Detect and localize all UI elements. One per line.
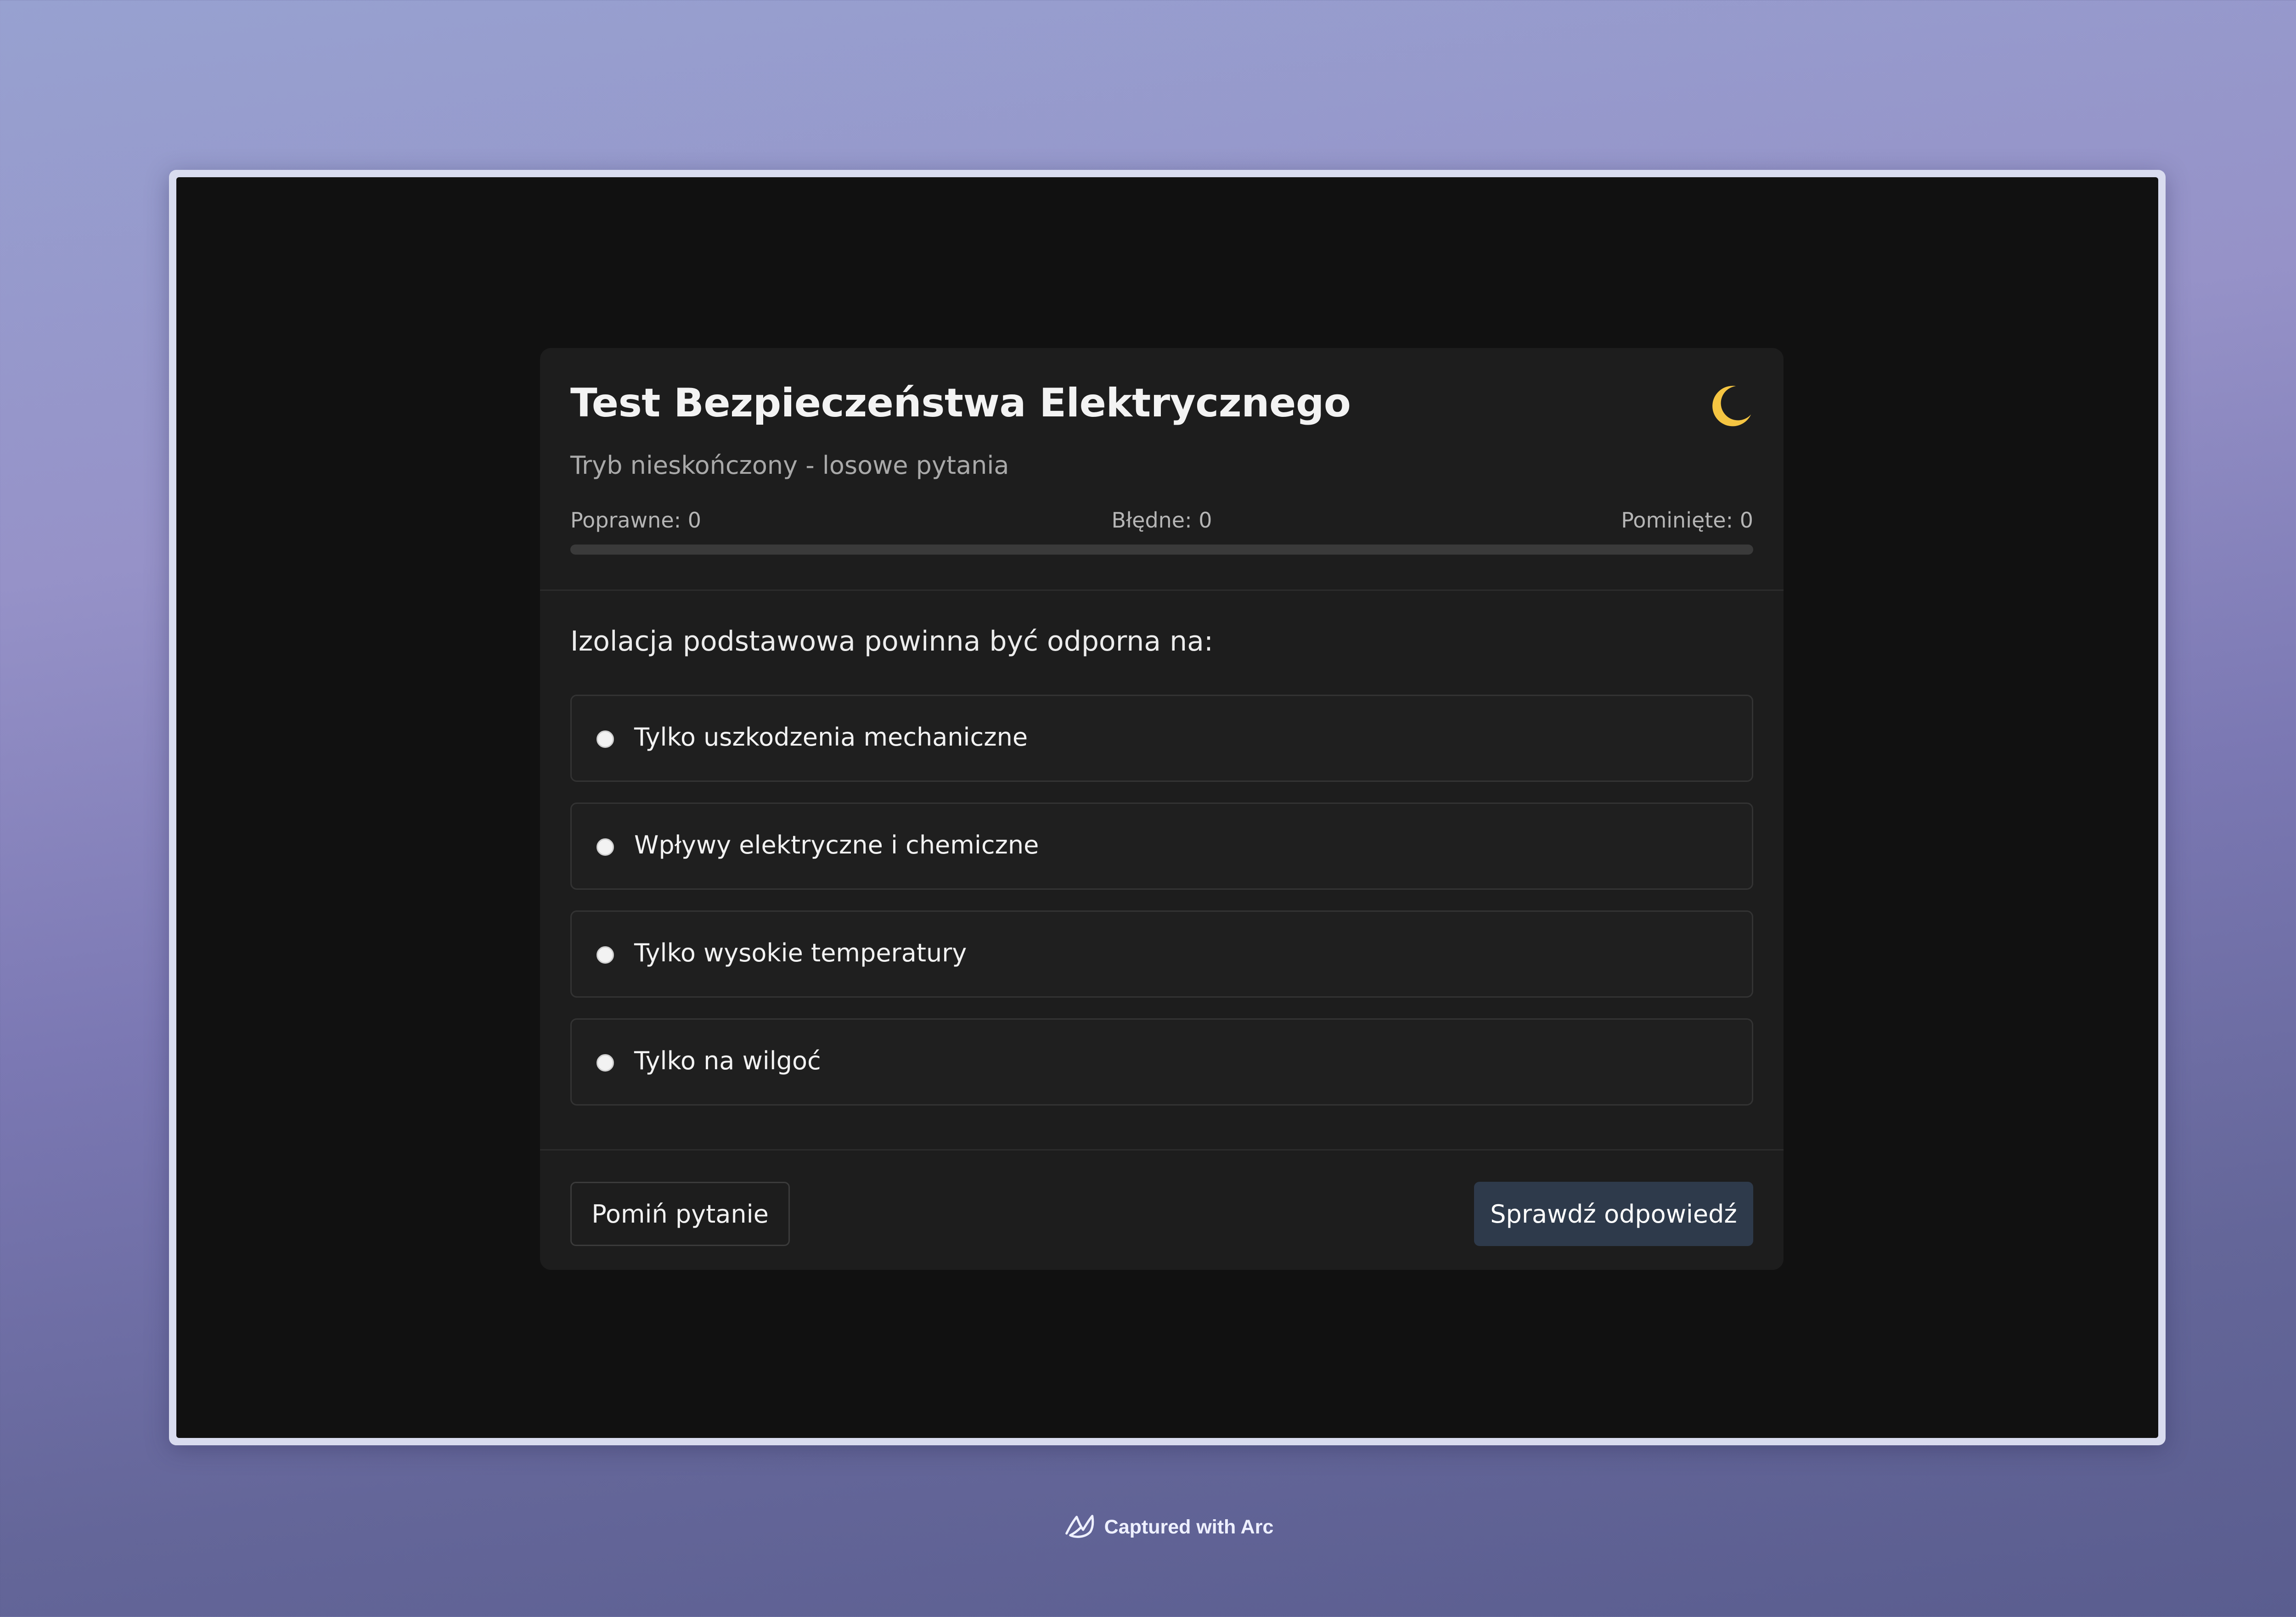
answer-option[interactable]: Tylko na wilgoć: [570, 1018, 1753, 1106]
answer-option-label: Tylko uszkodzenia mechaniczne: [634, 723, 1028, 752]
badge-text: Captured with Arc: [1104, 1516, 1274, 1538]
arc-logo-icon: [1065, 1515, 1094, 1538]
theme-toggle-button[interactable]: [1705, 381, 1755, 432]
skipped-count: Pominięte: 0: [1621, 508, 1753, 533]
quiz-header: Test Bezpieczeństwa Elektrycznego Tryb n…: [540, 348, 1784, 591]
check-answer-button[interactable]: Sprawdź odpowiedź: [1474, 1182, 1753, 1246]
answer-options: Tylko uszkodzenia mechaniczne Wpływy ele…: [570, 695, 1753, 1126]
moon-icon: [1706, 384, 1751, 427]
radio-button[interactable]: [597, 1054, 614, 1072]
quiz-subtitle: Tryb nieskończony - losowe pytania: [570, 451, 1009, 480]
quiz-card: Test Bezpieczeństwa Elektrycznego Tryb n…: [540, 348, 1784, 1270]
correct-count: Poprawne: 0: [570, 508, 702, 533]
browser-window: Test Bezpieczeństwa Elektrycznego Tryb n…: [169, 170, 2166, 1445]
score-stats: Poprawne: 0 Błędne: 0 Pominięte: 0: [570, 508, 1753, 535]
question-text: Izolacja podstawowa powinna być odporna …: [570, 625, 1214, 657]
page-viewport: Test Bezpieczeństwa Elektrycznego Tryb n…: [176, 177, 2158, 1438]
answer-option[interactable]: Tylko wysokie temperatury: [570, 910, 1753, 998]
quiz-title: Test Bezpieczeństwa Elektrycznego: [570, 380, 1351, 426]
captured-with-arc-badge: Captured with Arc: [1063, 1512, 1274, 1542]
answer-option-label: Wpływy elektryczne i chemiczne: [634, 831, 1039, 859]
answer-option-label: Tylko wysokie temperatury: [634, 938, 967, 967]
progress-bar: [570, 545, 1753, 555]
radio-button[interactable]: [597, 730, 614, 748]
quiz-footer: Pomiń pytanie Sprawdź odpowiedź: [540, 1149, 1784, 1271]
radio-button[interactable]: [597, 838, 614, 856]
answer-option-label: Tylko na wilgoć: [634, 1046, 821, 1075]
answer-option[interactable]: Wpływy elektryczne i chemiczne: [570, 803, 1753, 890]
answer-option[interactable]: Tylko uszkodzenia mechaniczne: [570, 695, 1753, 782]
skip-question-button[interactable]: Pomiń pytanie: [570, 1182, 790, 1246]
wrong-count: Błędne: 0: [1111, 508, 1212, 533]
radio-button[interactable]: [597, 946, 614, 964]
